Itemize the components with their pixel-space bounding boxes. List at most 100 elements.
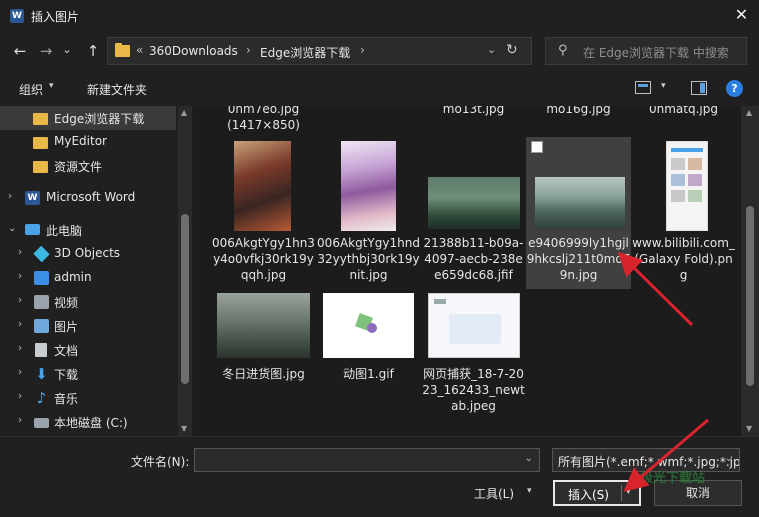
file-label[interactable]: 0hm7eo.jpg (1417×850) — [211, 106, 316, 133]
new-folder-button[interactable]: 新建文件夹 — [87, 81, 147, 98]
title-bar: W 插入图片 ✕ — [0, 0, 759, 32]
back-button[interactable]: ← — [10, 41, 30, 61]
file-label: www.bilibili.com_(Galaxy Fold).png — [632, 236, 735, 282]
filename-label: 文件名(N): — [131, 455, 190, 469]
filename-input[interactable]: ⌄ — [194, 448, 540, 472]
chevron-down-icon[interactable]: ⌄ — [725, 453, 733, 464]
breadcrumb-360downloads[interactable]: 360Downloads — [149, 44, 238, 58]
breadcrumb-edge-downloads[interactable]: Edge浏览器下载 — [260, 44, 350, 61]
close-icon: ✕ — [734, 5, 749, 24]
file-tile-selected[interactable]: e9406999ly1hgjl9hkcslj211t0mo79n.jpg — [526, 137, 631, 289]
scroll-down-icon[interactable]: ▼ — [746, 424, 752, 433]
chevron-right-icon[interactable]: › — [18, 319, 22, 330]
up-button[interactable]: ↑ — [83, 41, 103, 61]
folder-icon — [33, 113, 48, 125]
sidebar-item-documents[interactable]: › 文档 — [0, 338, 176, 362]
insert-options-button[interactable]: ▾ — [626, 487, 631, 497]
sidebar-item-label: 此电脑 — [46, 224, 83, 238]
scrollbar-thumb[interactable] — [181, 214, 189, 384]
insert-button[interactable]: 插入(S) ▾ — [553, 480, 641, 506]
scrollbar-thumb[interactable] — [746, 206, 754, 386]
chevron-down-icon[interactable]: ⌄ — [8, 223, 16, 234]
chevron-right-icon[interactable]: › — [18, 367, 22, 378]
thumbnail-image — [323, 293, 414, 358]
file-tile[interactable]: 冬日进货图.jpg — [211, 291, 316, 436]
sidebar-item-label: admin — [54, 270, 92, 284]
refresh-button[interactable]: ↻ — [506, 42, 518, 58]
folder-icon — [33, 137, 48, 149]
file-label: 网页捕获_18-7-2023_162433_newtab.jpeg — [422, 367, 525, 413]
change-view-icon[interactable] — [635, 81, 651, 94]
file-label: 21388b11-b09a-4097-aecb-238ee659dc68.jfi… — [423, 236, 524, 282]
sidebar-item-label: MyEditor — [54, 134, 107, 148]
file-label: 006AkgtYgy1hn3y4o0vfkj30rk19yqqh.jpg — [212, 236, 315, 282]
file-tile[interactable]: 网页捕获_18-7-2023_162433_newtab.jpeg — [421, 291, 526, 436]
preview-pane-icon[interactable] — [691, 81, 707, 95]
sidebar-item-microsoft-word[interactable]: › W Microsoft Word — [0, 186, 176, 210]
breadcrumb-overflow[interactable]: « — [136, 43, 143, 57]
chevron-right-icon[interactable]: › — [18, 391, 22, 402]
sidebar-item-label: 视频 — [54, 296, 79, 310]
cancel-label: 取消 — [685, 486, 710, 500]
file-label: 动图1.gif — [343, 367, 394, 381]
selection-checkbox[interactable] — [531, 141, 543, 153]
thumbnail-image — [234, 141, 291, 231]
sidebar-item-myeditor[interactable]: MyEditor — [0, 130, 176, 154]
file-label[interactable]: 0hmatq.jpg — [631, 106, 736, 117]
forward-button[interactable]: → — [36, 41, 56, 61]
sidebar-item-3d-objects[interactable]: › 3D Objects — [0, 242, 176, 266]
sidebar-item-music[interactable]: › ♪ 音乐 — [0, 386, 176, 410]
sidebar-item-resources[interactable]: 资源文件 — [0, 154, 176, 178]
chevron-right-icon[interactable]: › — [18, 343, 22, 354]
sidebar-item-downloads[interactable]: › ⬇ 下载 — [0, 362, 176, 386]
chevron-down-icon: ⌄ — [62, 43, 72, 56]
file-tile[interactable]: 006AkgtYgy1hn3y4o0vfkj30rk19yqqh.jpg — [211, 139, 316, 289]
word-icon: W — [25, 191, 40, 205]
documents-icon — [35, 343, 47, 357]
search-box[interactable]: ⚲ 在 Edge浏览器下载 中搜索 — [545, 37, 747, 65]
file-grid: 0hm7eo.jpg (1417×850) mo13t.jpg mo16g.jp… — [193, 106, 759, 436]
organize-button[interactable]: 组织 — [19, 81, 43, 98]
breadcrumb-separator[interactable]: › — [246, 43, 251, 57]
scroll-up-icon[interactable]: ▲ — [746, 108, 752, 117]
chevron-right-icon[interactable]: › — [8, 191, 12, 202]
file-tile[interactable]: 动图1.gif — [316, 291, 421, 436]
address-history-button[interactable]: ⌄ — [487, 43, 496, 56]
watermark: 极光下载站 — [640, 471, 706, 486]
file-label[interactable]: mo13t.jpg — [421, 106, 526, 117]
dialog-title: 插入图片 — [31, 10, 80, 24]
chevron-right-icon[interactable]: › — [18, 295, 22, 306]
tools-button[interactable]: 工具(L) — [474, 485, 514, 502]
file-label[interactable]: mo16g.jpg — [526, 106, 631, 117]
disk-icon — [34, 418, 49, 428]
breadcrumb-separator[interactable]: › — [360, 43, 365, 57]
scroll-up-icon[interactable]: ▲ — [181, 108, 187, 117]
computer-icon — [25, 224, 40, 235]
sidebar-scrollbar[interactable]: ▲ ▼ — [178, 106, 192, 436]
sidebar-item-edge-downloads[interactable]: Edge浏览器下载 — [0, 106, 176, 130]
recent-locations-button[interactable]: ⌄ — [57, 40, 77, 60]
sidebar-item-label: Edge浏览器下载 — [54, 112, 145, 126]
sidebar-item-pictures[interactable]: › 图片 — [0, 314, 176, 338]
file-label: e9406999ly1hgjl9hkcslj211t0mo79n.jpg — [526, 236, 631, 282]
sidebar-item-admin[interactable]: › admin — [0, 266, 176, 290]
chevron-right-icon[interactable]: › — [18, 415, 22, 426]
thumbnail-image — [341, 141, 396, 231]
help-icon[interactable]: ? — [726, 80, 743, 97]
view-options-button[interactable]: ▾ — [661, 81, 666, 91]
content-scrollbar[interactable]: ▲ ▼ — [741, 106, 759, 436]
arrow-right-icon: → — [39, 42, 53, 60]
scroll-down-icon[interactable]: ▼ — [181, 424, 187, 433]
sidebar-item-this-pc[interactable]: ⌄ 此电脑 — [0, 218, 176, 242]
address-bar[interactable]: « 360Downloads › Edge浏览器下载 › ⌄ ↻ — [107, 37, 532, 65]
file-tile[interactable]: www.bilibili.com_(Galaxy Fold).png — [631, 139, 736, 289]
sidebar-item-videos[interactable]: › 视频 — [0, 290, 176, 314]
chevron-right-icon[interactable]: › — [18, 247, 22, 258]
file-tile[interactable]: 006AkgtYgy1hnd32yythbj30rk19ynit.jpg — [316, 139, 421, 289]
chevron-down-icon[interactable]: ⌄ — [525, 453, 533, 464]
sidebar-item-label: 音乐 — [54, 392, 79, 406]
sidebar-item-local-disk-c[interactable]: › 本地磁盘 (C:) — [0, 410, 176, 434]
close-button[interactable]: ✕ — [724, 0, 759, 32]
chevron-right-icon[interactable]: › — [18, 271, 22, 282]
file-tile[interactable]: 21388b11-b09a-4097-aecb-238ee659dc68.jfi… — [421, 139, 526, 289]
